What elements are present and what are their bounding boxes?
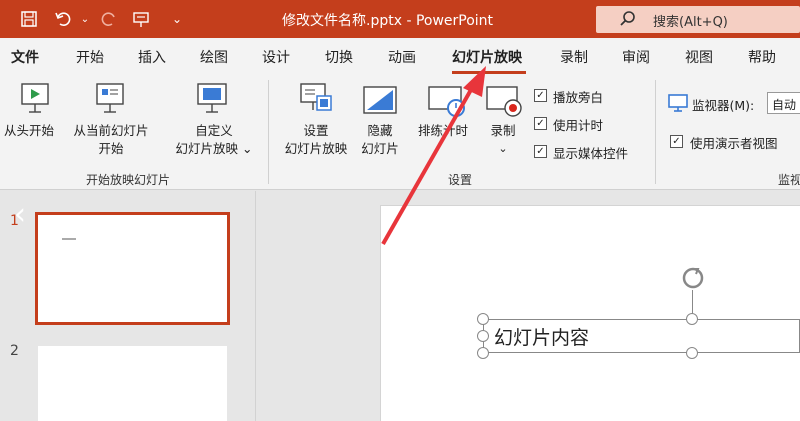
next-icon[interactable]: › [764, 192, 779, 236]
previous-icon[interactable]: ‹ [14, 197, 26, 232]
annotation-arrow [381, 66, 486, 245]
